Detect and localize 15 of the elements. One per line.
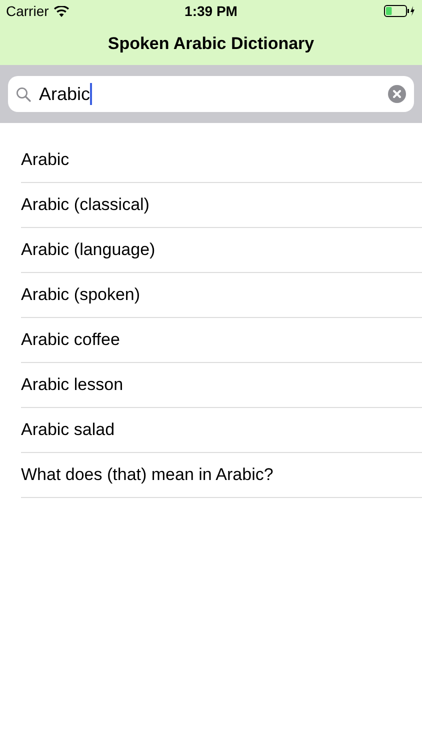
- clear-icon[interactable]: [388, 85, 406, 103]
- clock-time: 1:39 PM: [184, 3, 238, 19]
- result-row[interactable]: Arabic (classical): [21, 183, 422, 228]
- wifi-icon: [54, 6, 69, 16]
- result-row[interactable]: Arabic lesson: [21, 363, 422, 408]
- result-row[interactable]: Arabic (spoken): [21, 273, 422, 318]
- app-title: Spoken Arabic Dictionary: [108, 34, 314, 54]
- search-icon: [16, 86, 31, 102]
- result-row[interactable]: Arabic: [21, 138, 422, 183]
- result-row[interactable]: Arabic (language): [21, 228, 422, 273]
- result-row[interactable]: Arabic coffee: [21, 318, 422, 363]
- result-row[interactable]: What does (that) mean in Arabic?: [21, 453, 422, 498]
- carrier-label: Carrier: [6, 3, 49, 19]
- result-row[interactable]: Arabic salad: [21, 408, 422, 453]
- search-field[interactable]: Arabic: [8, 76, 414, 112]
